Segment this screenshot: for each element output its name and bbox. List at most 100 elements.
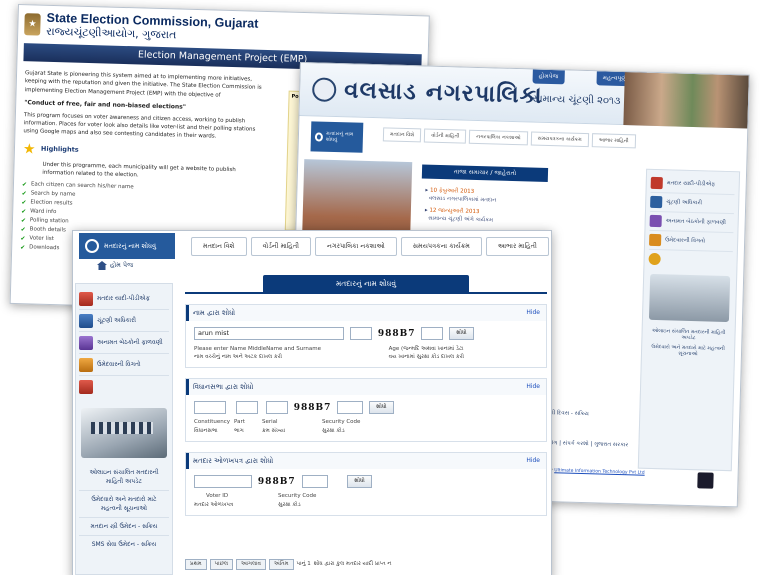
part-input[interactable] <box>235 401 258 414</box>
valsad-nav: મતદાન વિશે વોર્ડની માહિતી નગરપાલિકા નકશા… <box>382 127 636 149</box>
field-hints: Please enter Name MiddleName and Surname… <box>194 345 464 361</box>
search-button[interactable]: શોધો <box>369 401 394 414</box>
first-page-button[interactable]: પ્રથમ <box>185 559 207 570</box>
online-voter-update-link[interactable]: ઓલાઇન સંચાલિત મતદારની માહિતી અપડેટ <box>79 464 169 491</box>
hide-link[interactable]: Hide <box>526 453 546 469</box>
search-button[interactable]: શોધો <box>347 475 372 488</box>
label-constituency-gu: વિધાનસભા <box>194 428 218 434</box>
pdf-icon <box>79 291 93 306</box>
next-page-button[interactable]: આગલાવ <box>236 559 266 570</box>
name-input[interactable]: arun mist <box>194 327 344 340</box>
label-voter-id: Voter ID <box>206 493 229 499</box>
sidebar-item-voter-list-pdf[interactable]: મતદાર યાદી-પીડીએફ <box>79 288 169 310</box>
hide-link[interactable]: Hide <box>526 379 546 395</box>
nav-maps[interactable]: નગરપાલિકા નકશાઓ <box>469 129 528 146</box>
field-labels-gujarati: વિધાનસભા ભાગ ક્રમ સંખ્યા સુરક્ષા કોડ <box>194 427 538 435</box>
highlights-text: Under this programme, each municipality … <box>42 161 236 179</box>
section-body: arun mist 988B7 શોધો Please enter Name M… <box>186 321 546 367</box>
nav-about-voting[interactable]: મતદાન વિશે <box>191 237 247 256</box>
voter-search-label: મતદારનું નામ શોધવું <box>325 130 354 144</box>
main-content: મતદારનું નામ શોધવું નામ દ્વારા શોધો Hide… <box>185 275 547 516</box>
section-title: વિધાનસભા દ્વારા શોધો <box>193 383 254 391</box>
security-code-input[interactable] <box>301 475 328 488</box>
voter-search-label: મતદારનું નામ શોધવું <box>104 241 157 250</box>
candidate-notices-link[interactable]: ઉમેદવારો અને મતદારો માટે મહત્વની સૂચનાઓ <box>646 342 730 360</box>
news-item[interactable]: ▸ 10 ફેબ્રુઆરી 2013 વલસાડ નગરપાલિકામાં મ… <box>425 187 625 209</box>
sidebar-item-voter-list-pdf[interactable]: મતદાર યાદી-પીડીએફ <box>650 173 735 196</box>
sidebar-label: ચૂંટણી અધિકારી <box>97 316 136 324</box>
news-item[interactable]: ▸ 12 જાન્યુઆરી 2013 સામાન્ય ચૂંટણી અંગે … <box>425 207 625 229</box>
home-icon <box>97 261 107 270</box>
news-text: વલસાડ નગરપાલિકામાં મતદાન <box>428 195 497 204</box>
pagination: પ્રથમ પાછલ આગલાવ અંતિમ પાનું 1 શોધ દ્વાર… <box>185 559 392 570</box>
nav-schedule[interactable]: સમયપત્રકના કાર્યક્રમ <box>530 131 589 148</box>
program-paragraph: This program focuses on voter awareness … <box>23 111 256 140</box>
sidebar-item-reserved-seats[interactable]: અનામત બેઠકોની ફાળવણી <box>79 332 169 354</box>
chart-icon <box>649 214 662 228</box>
chart-icon <box>79 335 93 350</box>
header-photo-strip <box>623 72 749 129</box>
sidebar-item-candidates[interactable]: ઉમેદવારની વિગતો <box>79 354 169 376</box>
search-by-voter-id-section: મતદાર ઓળખપત્ર દ્વારા શોધો Hide 988B7 શોધ… <box>185 452 547 516</box>
hide-link[interactable]: Hide <box>526 305 546 321</box>
voting-day-link[interactable]: મતદાન સ્ત્રી ઉમેદન - સક્રિય <box>79 518 169 536</box>
sidebar-item-reserved-seats[interactable]: અનામત બેઠકોની ફાળવણી <box>649 211 734 234</box>
highlights-label: Highlights <box>40 144 79 154</box>
age-input[interactable] <box>349 327 372 340</box>
section-title: મતદાર ઓળખપત્ર દ્વારા શોધો <box>193 457 274 465</box>
section-header: નામ દ્વારા શોધો Hide <box>186 305 546 321</box>
nav-ward-info[interactable]: વોર્ડની માહિતી <box>250 237 312 256</box>
evm-machine-image <box>81 408 167 458</box>
candidate-notices-link[interactable]: ઉમેદવારો અને મતદારો માટે મહત્વની સૂચનાઓ <box>79 491 169 518</box>
constituency-input[interactable] <box>194 401 226 414</box>
security-code-input[interactable] <box>421 327 444 340</box>
footer-links[interactable]: આયોગ | સંપર્ક કરશો | ગુજરાત સરકાર <box>540 440 628 449</box>
nav-about-voting[interactable]: મતદાન વિશે <box>382 127 422 143</box>
sidebar-item-extra[interactable] <box>79 376 169 398</box>
valsad-brand-title: વલસાડ નગરપાલિકા <box>343 76 544 109</box>
person-icon <box>650 195 663 209</box>
news-list: ▸ 10 ફેબ્રુઆરી 2013 વલસાડ નગરપાલિકામાં મ… <box>425 187 626 229</box>
result-note: શોધ દ્વારા કુલ મતદાર યાદી પ્રાપ્ત ન <box>313 561 392 567</box>
page-title: મતદારનું નામ શોધવું <box>263 275 469 293</box>
valsad-sidebar: મતદાર યાદી-પીડીએફ ચૂંટણી અધિકારી અનામત બ… <box>637 168 741 472</box>
nav-ward-info[interactable]: વોર્ડની માહિતી <box>424 128 467 144</box>
nav-schedule[interactable]: સમયપત્રકના કાર્યક્રમ <box>400 237 482 256</box>
last-page-button[interactable]: અંતિમ <box>268 559 294 570</box>
label-security-code-gu: સુરક્ષા કોડ <box>278 502 301 508</box>
tab-home[interactable]: હોમપેજ <box>532 69 565 85</box>
sec-titles: State Election Commission, Gujarat રાજ્ય… <box>46 11 259 45</box>
voter-search-tab[interactable]: મતદારનું નામ શોધવું <box>310 121 364 153</box>
sidebar-item-candidates[interactable]: ઉમેદવારની વિગતો <box>648 230 734 253</box>
sidebar-item-election-officer[interactable]: ચૂંટણી અધિકારી <box>79 310 169 332</box>
home-label: હોમ પેજ <box>110 261 134 269</box>
label-serial-gu: ક્રમ સંખ્યા <box>262 428 286 434</box>
emblem-icon: ★ <box>24 13 41 36</box>
search-button[interactable]: શોધો <box>449 327 474 340</box>
home-link[interactable]: હોમ પેજ <box>97 261 133 270</box>
section-header: મતદાર ઓળખપત્ર દ્વારા શોધો Hide <box>186 453 546 469</box>
people-icon <box>649 233 662 247</box>
captcha-image: 988B7 <box>257 476 296 487</box>
serial-input[interactable] <box>265 401 288 414</box>
nav-thanks[interactable]: આભાર માહિતી <box>591 133 636 149</box>
sidebar-label: મતદાર યાદી-પીડીએફ <box>666 179 716 188</box>
sms-service-link[interactable]: SMS સેવા ઉમેદન - સક્રિય <box>79 536 169 553</box>
search-icon <box>314 131 324 142</box>
developer-link[interactable]: Ultimate Information Technology Pvt Ltd <box>554 468 645 476</box>
nav-maps[interactable]: નગરપાલિકા નકશાઓ <box>315 237 397 256</box>
sidebar-label: ઉમેદવારની વિગતો <box>97 360 141 368</box>
pdf-icon <box>79 380 93 394</box>
nav-thanks[interactable]: આભાર માહિતી <box>485 237 549 256</box>
label-security-code: Security Code <box>322 419 361 425</box>
voter-search-tab[interactable]: મતદારનું નામ શોધવું <box>79 233 175 259</box>
label-security-code-gu: સુરક્ષા કોડ <box>322 428 345 434</box>
people-icon <box>79 357 93 372</box>
sidebar-item-election-officer[interactable]: ચૂંટણી અધિકારી <box>649 192 735 215</box>
prev-page-button[interactable]: પાછલ <box>209 559 233 570</box>
label-voter-id-gu: મતદાર ઓળખપત્ર <box>194 502 234 508</box>
age-hint-english: Age (જન્મદિ અથવા ખાનામાં ડેટા <box>388 346 464 352</box>
security-code-input[interactable] <box>337 401 364 414</box>
section-title: નામ દ્વારા શોધો <box>193 309 236 317</box>
voter-id-input[interactable] <box>194 475 252 488</box>
